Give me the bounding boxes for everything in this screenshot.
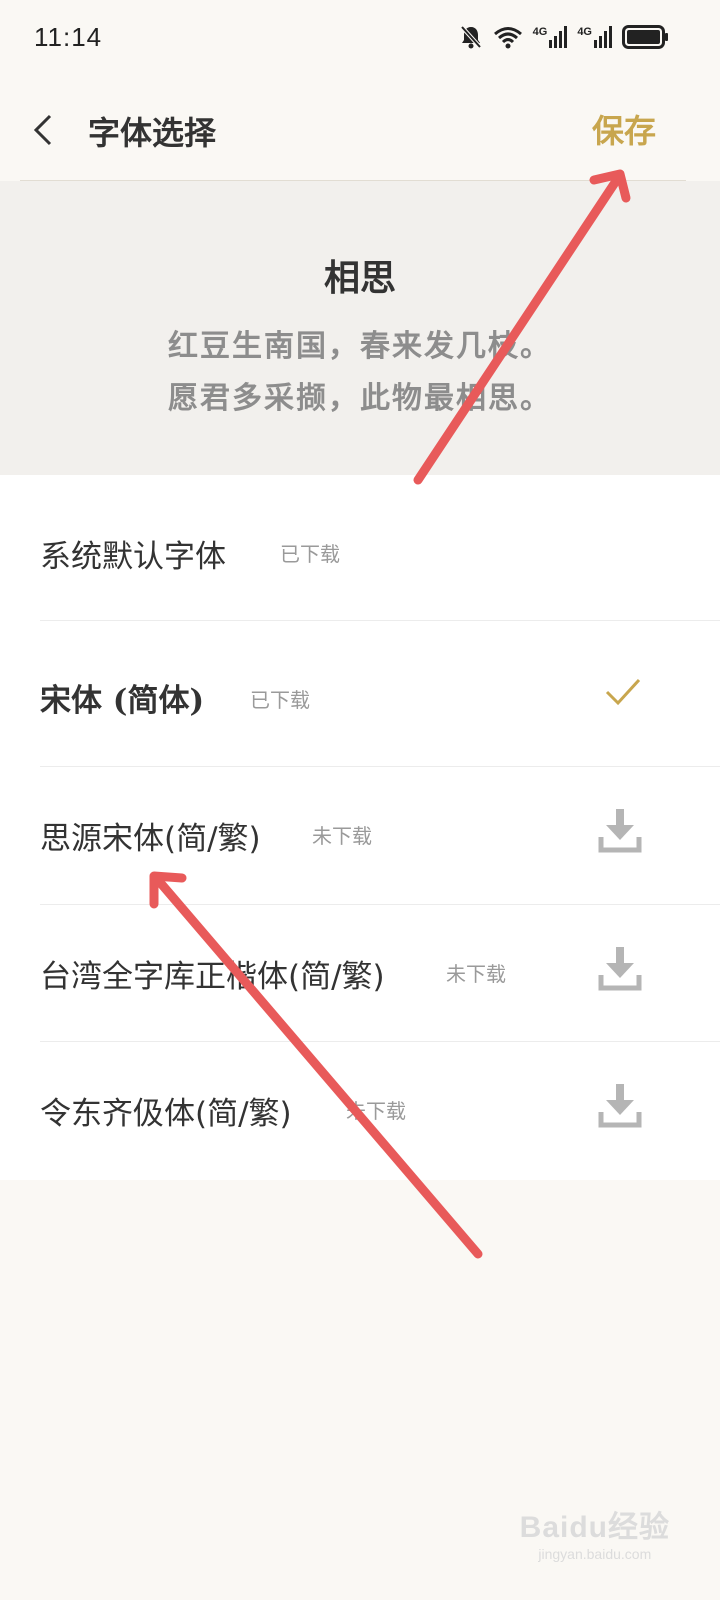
net-label: 4G (532, 26, 548, 38)
net-label: 4G (577, 26, 592, 38)
nav-bar: 字体选择 保存 (0, 80, 720, 180)
poem-line: 愿君多采撷，此物最相思。 (168, 381, 552, 416)
bell-off-icon (459, 24, 483, 50)
poem-line: 红豆生南国，春来发几枝。 (168, 329, 552, 364)
font-status: 已下载 (280, 542, 340, 566)
font-name: 令东齐伋体(简/繁) (40, 1096, 292, 1132)
font-status: 未下载 (312, 824, 372, 848)
watermark-main: Baidu经验 (519, 1511, 670, 1544)
page-title: 字体选择 (88, 114, 217, 152)
font-name: 系统默认字体 (40, 539, 226, 575)
battery-icon (622, 25, 670, 49)
font-status: 已下载 (250, 688, 310, 712)
font-list: 系统默认字体 已下载 宋体 (简体) 已下载 思源宋体(简/繁) 未下载 台湾全… (0, 475, 720, 1180)
font-status: 未下载 (446, 962, 506, 986)
font-item-taiwan-kaiti[interactable]: 台湾全字库正楷体(简/繁) 未下载 (0, 905, 720, 1042)
chevron-left-icon (33, 114, 52, 146)
wifi-icon (493, 25, 523, 49)
font-name: 台湾全字库正楷体(简/繁) (40, 959, 385, 995)
download-icon[interactable] (598, 1082, 642, 1132)
watermark-sub: jingyan.baidu.com (538, 1546, 652, 1562)
status-time: 11:14 (34, 22, 103, 52)
status-icons: 4G 4G (459, 22, 670, 52)
status-bar: 11:14 4G 4G (0, 0, 720, 80)
signal-4g-icon: 4G (533, 26, 568, 48)
font-name: 思源宋体(简/繁) (40, 821, 261, 857)
save-button[interactable]: 保存 (592, 106, 656, 152)
download-icon[interactable] (598, 945, 642, 995)
font-item-siyuan-songti[interactable]: 思源宋体(简/繁) 未下载 (0, 767, 720, 905)
back-button[interactable] (26, 106, 66, 154)
font-status: 未下载 (346, 1099, 406, 1123)
font-item-songti[interactable]: 宋体 (简体) 已下载 (0, 621, 720, 767)
check-icon (604, 677, 642, 711)
signal-4g-icon: 4G (577, 26, 612, 48)
font-name: 宋体 (简体) (40, 683, 205, 719)
font-preview: 相思 红豆生南国，春来发几枝。 愿君多采撷，此物最相思。 (0, 181, 720, 475)
font-item-lingdong-qiji[interactable]: 令东齐伋体(简/繁) 未下载 (0, 1042, 720, 1180)
font-item-system-default[interactable]: 系统默认字体 已下载 (0, 475, 720, 621)
download-icon[interactable] (598, 807, 642, 857)
poem-title: 相思 (323, 257, 396, 299)
watermark: Baidu经验 jingyan.baidu.com (520, 1502, 670, 1562)
